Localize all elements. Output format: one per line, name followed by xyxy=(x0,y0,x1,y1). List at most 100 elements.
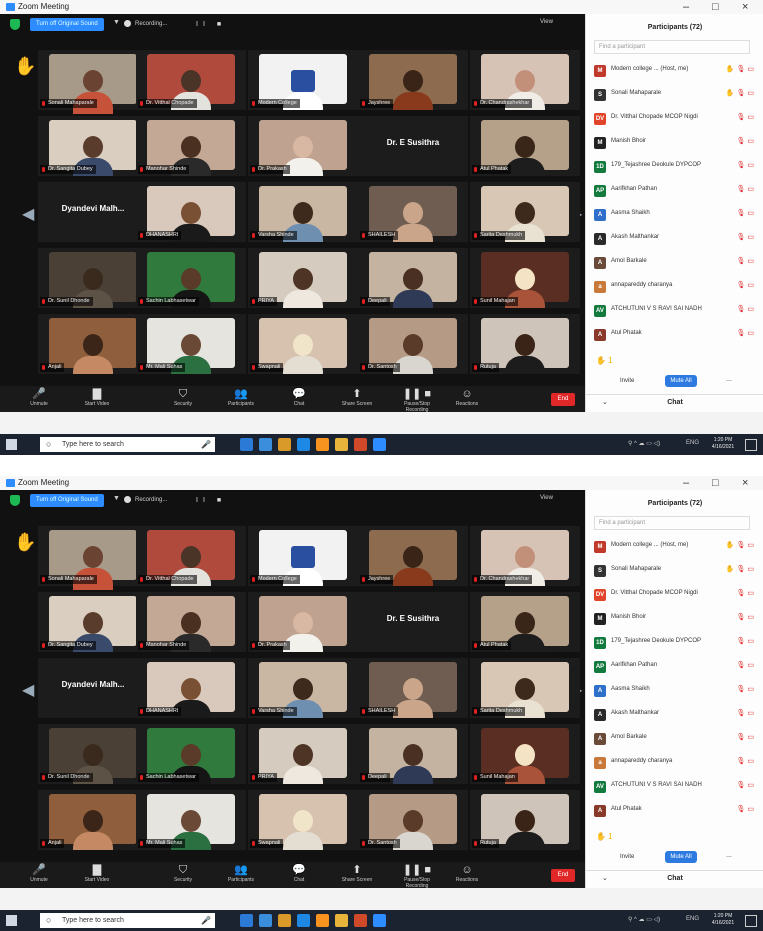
participant-video-tile[interactable]: Dr. Chandrashekhar xyxy=(470,50,580,110)
taskbar-app-icon[interactable] xyxy=(354,438,367,451)
participant-video-tile[interactable]: PRIYA xyxy=(248,724,358,784)
original-sound-button[interactable]: Turn off Original Sound xyxy=(30,494,104,507)
participant-video-tile[interactable]: PRIYA xyxy=(248,248,358,308)
participant-video-tile[interactable]: Dr. Chandrashekhar xyxy=(470,526,580,586)
participant-video-tile[interactable]: Dr. Sunil Dhonde xyxy=(38,724,148,784)
taskbar-app-icon[interactable] xyxy=(335,438,348,451)
participant-list-item[interactable]: A Amol Barkale 🎙 ▭ xyxy=(594,730,754,747)
participant-search-input[interactable]: Find a participant xyxy=(594,516,750,530)
participant-video-tile[interactable]: Dr. Sunil Dhonde xyxy=(38,248,148,308)
participant-video-tile[interactable]: Dr. Vitthal Chopade xyxy=(136,526,246,586)
more-options-button[interactable]: ... xyxy=(726,376,732,383)
minimize-button[interactable]: – xyxy=(683,0,689,14)
notification-center-icon[interactable] xyxy=(745,915,757,927)
invite-button[interactable]: Invite xyxy=(620,378,634,384)
windows-start-icon[interactable] xyxy=(6,915,17,926)
invite-button[interactable]: Invite xyxy=(620,854,634,860)
toolbar-participants-button[interactable]: 👥 Participants xyxy=(218,388,264,407)
participant-video-tile[interactable]: Swapnali xyxy=(248,314,358,374)
minimize-button[interactable]: – xyxy=(683,476,689,490)
taskbar-app-icon[interactable] xyxy=(373,914,386,927)
chat-section-header[interactable]: ⌄ Chat xyxy=(586,870,763,889)
participant-video-tile[interactable]: Varsha Shinde xyxy=(248,658,358,718)
participant-video-tile[interactable]: Manohar Shinde xyxy=(136,116,246,176)
participant-video-tile[interactable]: Jayshree xyxy=(358,50,468,110)
toolbar-pause-stop-recording-button[interactable]: ❚❚ ■ Pause/Stop Recording xyxy=(394,388,440,413)
taskbar-app-icon[interactable] xyxy=(297,438,310,451)
pause-stop-recording-icons[interactable]: II ■ xyxy=(196,18,226,31)
close-button[interactable]: × xyxy=(742,476,748,490)
participant-video-tile[interactable]: Atul Phatak xyxy=(470,116,580,176)
taskbar-search-box[interactable]: ○ Type here to search 🎤 xyxy=(40,913,215,928)
participant-video-tile[interactable]: Dr. E Susithra xyxy=(358,592,468,652)
participant-video-tile[interactable]: Sarita Deshmukh xyxy=(470,182,580,242)
participant-video-tile[interactable]: DHANASHRI xyxy=(136,182,246,242)
taskbar-app-icon[interactable] xyxy=(335,914,348,927)
taskbar-app-icon[interactable] xyxy=(278,438,291,451)
participant-video-tile[interactable]: Sunil Mahajan xyxy=(470,724,580,784)
participant-list-item[interactable]: A Amol Barkale 🎙 ▭ xyxy=(594,254,754,271)
participant-video-tile[interactable]: ✋ Sonali Mahaparale xyxy=(14,50,148,114)
taskbar-app-icon[interactable] xyxy=(354,914,367,927)
participant-video-tile[interactable]: Mr. Mali Suhas xyxy=(136,314,246,374)
end-meeting-button[interactable]: End xyxy=(551,393,575,406)
participant-video-tile[interactable]: Deepali xyxy=(358,724,468,784)
taskbar-app-icon[interactable] xyxy=(278,914,291,927)
participant-list-item[interactable]: A Atul Phatak 🎙 ▭ xyxy=(594,802,754,819)
participant-list-item[interactable]: AV ATCHUTUNI V S RAVI SAI NADH 🎙 ▭ xyxy=(594,302,754,319)
participant-video-tile[interactable]: Dr. Sangita Dubey xyxy=(38,116,148,176)
participant-list-item[interactable]: a annapareddy charanya 🎙 ▭ xyxy=(594,754,754,771)
taskbar-app-icon[interactable] xyxy=(259,914,272,927)
participant-video-tile[interactable]: Swapnali xyxy=(248,790,358,850)
view-button[interactable]: View xyxy=(540,19,553,25)
security-shield-icon[interactable] xyxy=(10,19,20,30)
participant-video-tile[interactable]: Jayshree xyxy=(358,526,468,586)
taskbar-app-icon[interactable] xyxy=(373,438,386,451)
toolbar-share-screen-button[interactable]: ⬆ Share Screen xyxy=(334,864,380,883)
toolbar-unmute-button[interactable]: 🎤 Unmute xyxy=(16,388,62,407)
participant-list-item[interactable]: DV Dr. Vitthal Chopade MCOP Nigdi 🎙 ▭ xyxy=(594,586,754,603)
participant-video-tile[interactable]: SHAILESH xyxy=(358,658,468,718)
toolbar-start-video-button[interactable]: ▇ Start Video xyxy=(74,864,120,883)
participant-list-item[interactable]: A Aasma Shaikh 🎙 ▭ xyxy=(594,206,754,223)
toolbar-security-button[interactable]: ⛉ Security xyxy=(160,864,206,883)
more-options-button[interactable]: ... xyxy=(726,852,732,859)
participant-video-tile[interactable]: Sachin Labhasetwar xyxy=(136,248,246,308)
view-button[interactable]: View xyxy=(540,495,553,501)
toolbar-start-video-button[interactable]: ▇ Start Video xyxy=(74,388,120,407)
notification-center-icon[interactable] xyxy=(745,439,757,451)
toolbar-chat-button[interactable]: 💬 Chat xyxy=(276,388,322,407)
participant-list-item[interactable]: 1D 179_Tejashree Deokule DYPCOP 🎙 ▭ xyxy=(594,634,754,651)
participant-video-tile[interactable]: Manohar Shinde xyxy=(136,592,246,652)
microphone-icon[interactable]: 🎤 xyxy=(201,437,211,452)
original-sound-button[interactable]: Turn off Original Sound xyxy=(30,18,104,31)
participant-video-tile[interactable]: Sachin Labhasetwar xyxy=(136,724,246,784)
participant-video-tile[interactable]: Dr. Sangita Dubey xyxy=(38,592,148,652)
toolbar-unmute-button[interactable]: 🎤 Unmute xyxy=(16,864,62,883)
participant-list-item[interactable]: M Manish Bhoir 🎙 ▭ xyxy=(594,134,754,151)
participant-video-tile[interactable]: Dr. Prakash xyxy=(248,592,358,652)
toolbar-security-button[interactable]: ⛉ Security xyxy=(160,388,206,407)
participant-video-tile[interactable]: ✋ Sonali Mahaparale xyxy=(14,526,148,590)
participant-list-item[interactable]: M Modern college ... (Host, me) ✋ 🎙 ▭ xyxy=(594,62,754,79)
participant-list-item[interactable]: AP Aarifkhan Pathan 🎙 ▭ xyxy=(594,658,754,675)
toolbar-chat-button[interactable]: 💬 Chat xyxy=(276,864,322,883)
participant-video-tile[interactable]: Modern College xyxy=(248,526,358,586)
participant-video-tile[interactable]: Sunil Mahajan xyxy=(470,248,580,308)
participant-video-tile[interactable]: Varsha Shinde xyxy=(248,182,358,242)
previous-page-arrow-icon[interactable]: ◀ xyxy=(22,680,34,700)
participant-list-item[interactable]: S Sonali Mahaparale ✋ 🎙 ▭ xyxy=(594,562,754,579)
participant-video-tile[interactable]: Dyandevi Malh... xyxy=(38,182,148,242)
chevron-down-icon[interactable]: ▼ xyxy=(113,19,120,26)
language-indicator[interactable]: ENG xyxy=(686,916,699,922)
participant-search-input[interactable]: Find a participant xyxy=(594,40,750,54)
toolbar-participants-button[interactable]: 👥 Participants xyxy=(218,864,264,883)
participant-list-item[interactable]: A Atul Phatak 🎙 ▭ xyxy=(594,326,754,343)
taskbar-app-icon[interactable] xyxy=(240,914,253,927)
system-clock[interactable]: 1:20 PM 4/16/2021 xyxy=(705,913,741,927)
participant-video-tile[interactable]: Atul Phatak xyxy=(470,592,580,652)
taskbar-app-icon[interactable] xyxy=(316,438,329,451)
participant-video-tile[interactable]: SHAILESH xyxy=(358,182,468,242)
participant-list-item[interactable]: a annapareddy charanya 🎙 ▭ xyxy=(594,278,754,295)
participant-list-item[interactable]: A Aasma Shaikh 🎙 ▭ xyxy=(594,682,754,699)
